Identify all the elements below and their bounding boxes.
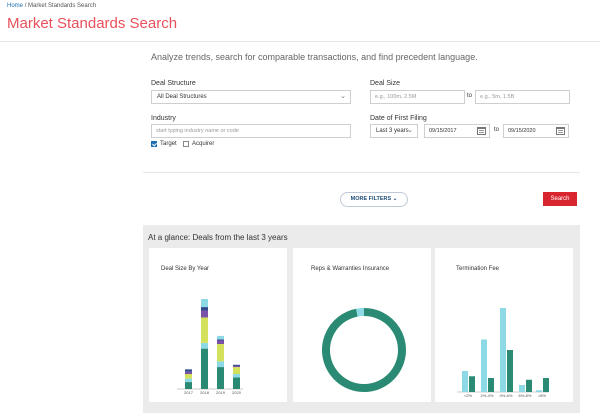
bar — [507, 350, 513, 392]
calendar-icon[interactable] — [477, 127, 486, 135]
bar — [543, 378, 549, 392]
date-to-label: to — [494, 127, 500, 133]
x-tick-label: 2017 — [184, 390, 194, 395]
search-button[interactable]: Search — [543, 192, 577, 206]
bar — [500, 308, 506, 392]
bar — [469, 376, 475, 392]
x-tick-label: <2% — [464, 393, 473, 398]
breadcrumb-home-link[interactable]: Home — [7, 3, 23, 9]
bar-segment — [217, 367, 224, 389]
bar-segment — [201, 342, 208, 349]
target-label: Target — [160, 141, 177, 147]
x-tick-label: >8% — [538, 393, 547, 398]
chevron-down-icon: ⌄ — [340, 93, 346, 100]
more-filters-label: MORE FILTERS — [350, 196, 392, 202]
bar-segment — [185, 382, 192, 389]
bar — [536, 390, 542, 392]
bar-segment — [217, 361, 224, 368]
x-tick-label: 4%-6% — [500, 393, 513, 398]
bar — [519, 385, 525, 392]
deal-size-card-title: Deal Size By Year — [161, 266, 210, 272]
date-range-value: Last 3 years — [376, 128, 409, 134]
date-until-input[interactable]: 09/15/2020 — [503, 124, 569, 138]
bar-segment — [185, 374, 192, 379]
rwi-card: Reps & Warranties Insurance — [293, 248, 431, 402]
date-range-select[interactable]: Last 3 years ⌄ — [370, 124, 418, 138]
bar-segment — [201, 317, 208, 343]
bar-segment — [185, 378, 192, 383]
bar-segment — [201, 307, 208, 311]
deal-size-label: Deal Size — [370, 80, 400, 87]
x-tick-label: 2%-4% — [481, 393, 494, 398]
date-until-value: 09/15/2020 — [508, 128, 536, 134]
page-header: Home / Market Standards Search Market St… — [0, 0, 600, 42]
deal-size-to-label: to — [467, 93, 473, 99]
bar-segment — [233, 367, 240, 374]
bar-segment — [201, 299, 208, 308]
at-a-glance-panel: At a glance: Deals from the last 3 years… — [143, 225, 580, 413]
bar-segment — [233, 377, 240, 389]
date-from-value: 09/15/2017 — [429, 128, 457, 134]
bar-segment — [217, 335, 224, 340]
calendar-icon[interactable] — [556, 127, 565, 135]
x-tick-label: 6%-8% — [519, 393, 532, 398]
x-tick-label: 2019 — [216, 390, 226, 395]
bar-segment — [185, 371, 192, 374]
bar-segment — [233, 374, 240, 378]
bar-segment — [201, 310, 208, 318]
deal-size-min-input[interactable]: e.g., 100m, 2.5M — [370, 90, 465, 104]
x-tick-label: 2020 — [232, 390, 242, 395]
more-filters-button[interactable]: MORE FILTERS ⌄ — [340, 192, 408, 207]
breadcrumb-current: Market Standards Search — [28, 3, 97, 9]
bar-segment — [217, 340, 224, 344]
chevron-down-icon: ⌄ — [392, 196, 398, 202]
bar — [481, 339, 487, 392]
industry-input[interactable]: start typing industry name or code — [151, 124, 351, 138]
deal-size-max-input[interactable]: e.g., 5m, 1.5B — [475, 90, 570, 104]
first-filing-label: Date of First Filing — [370, 115, 427, 122]
bar-segment — [217, 339, 224, 341]
termination-fee-card-title: Termination Fee — [456, 266, 500, 272]
industry-label: Industry — [151, 115, 176, 122]
bar — [488, 378, 494, 392]
breadcrumb: Home / Market Standards Search — [7, 3, 96, 9]
page-intro: Analyze trends, search for comparable tr… — [151, 52, 478, 62]
bar-segment — [185, 369, 192, 372]
acquirer-label: Acquirer — [192, 141, 215, 147]
chevron-down-icon: ⌄ — [407, 127, 413, 134]
bar-segment — [217, 344, 224, 362]
deal-structure-select[interactable]: All Deal Structures ⌄ — [151, 90, 351, 104]
glance-title: At a glance: Deals from the last 3 years — [148, 233, 288, 242]
bar — [526, 379, 532, 392]
donut-slice — [356, 308, 365, 317]
page-title: Market Standards Search — [7, 15, 178, 32]
bar-segment — [201, 348, 208, 389]
bar-segment — [233, 365, 240, 368]
deal-structure-value: All Deal Structures — [157, 94, 207, 100]
x-tick-label: 2018 — [200, 390, 210, 395]
acquirer-checkbox[interactable] — [183, 141, 189, 147]
bar — [462, 371, 468, 392]
date-from-input[interactable]: 09/15/2017 — [424, 124, 490, 138]
breadcrumb-separator: / — [24, 3, 27, 9]
donut-slice — [322, 308, 406, 392]
target-checkbox[interactable] — [151, 141, 157, 147]
bar-segment — [233, 364, 240, 366]
section-divider — [143, 172, 580, 173]
termination-fee-card: <2% 2%-4% 4%-6% 6%-8% >8% Termination Fee — [435, 248, 573, 402]
deal-structure-label: Deal Structure — [151, 80, 196, 87]
rwi-card-title: Reps & Warranties Insurance — [311, 266, 390, 272]
deal-size-card: 2017 2018 2019 2020 Deal Size By Year — [149, 248, 287, 402]
